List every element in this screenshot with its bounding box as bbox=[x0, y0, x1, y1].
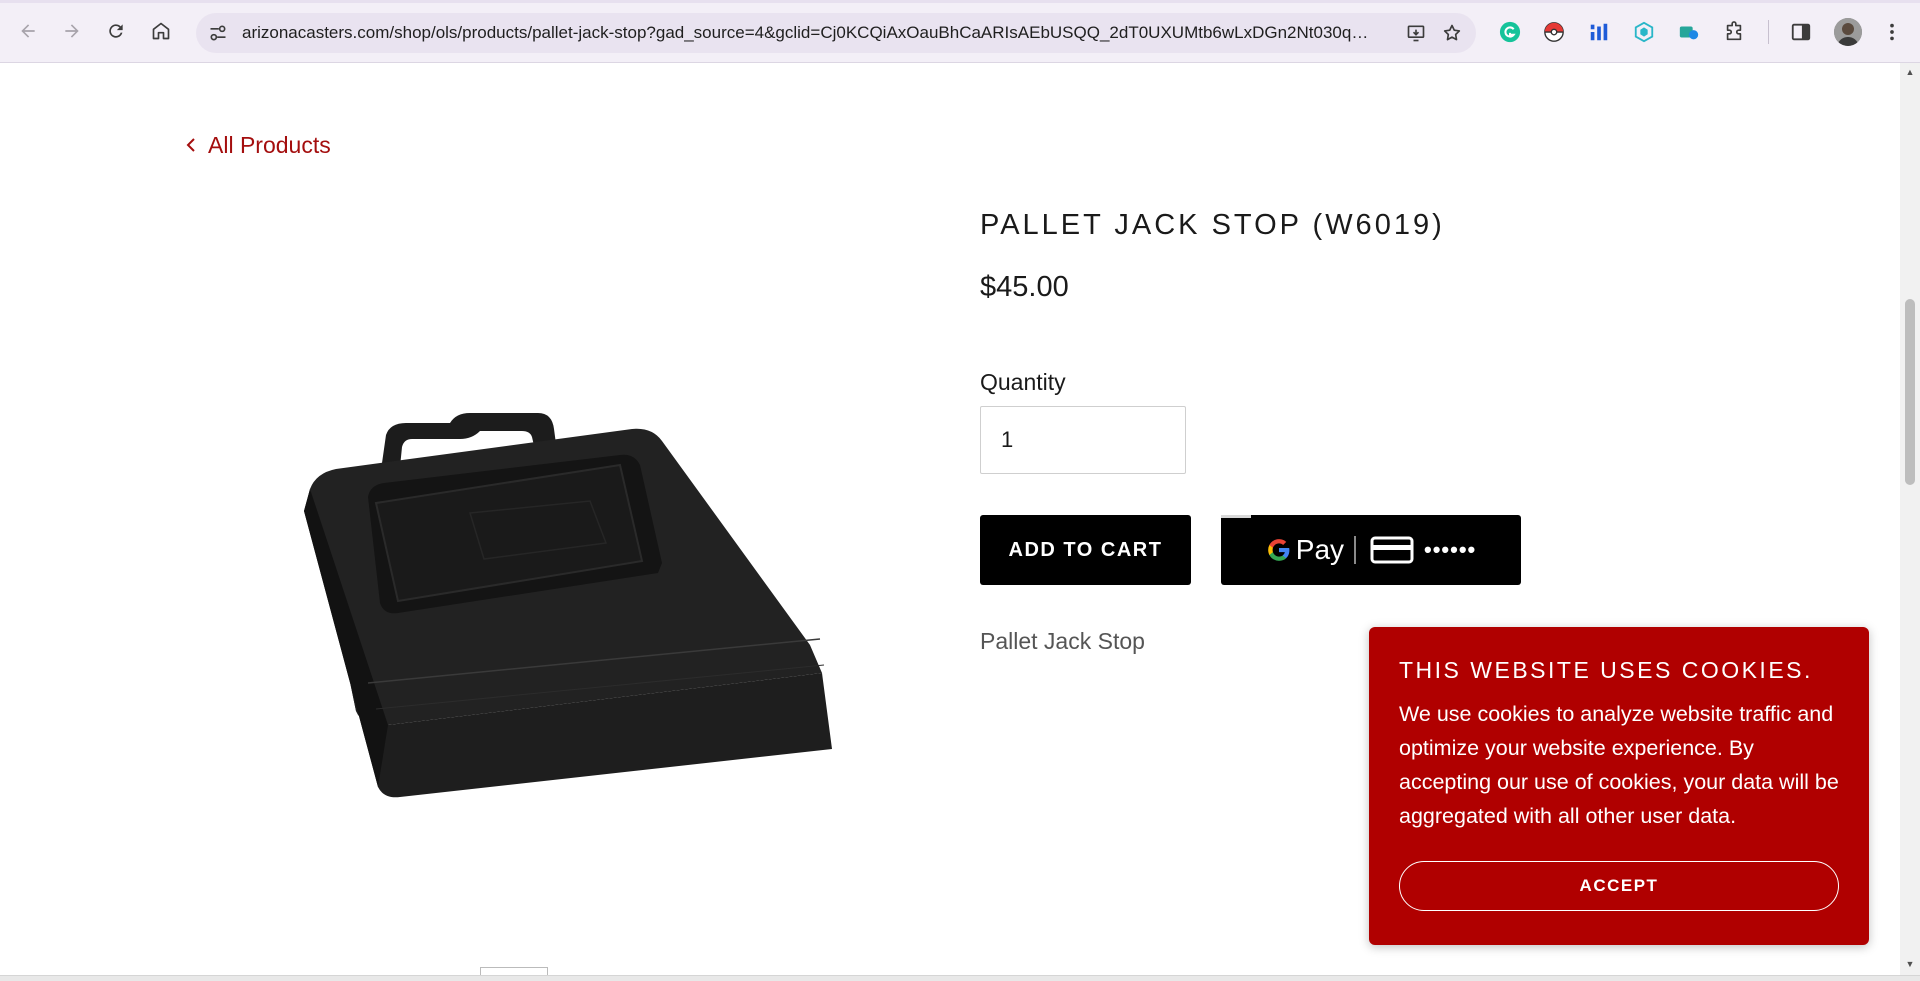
map-extension[interactable] bbox=[1677, 20, 1701, 44]
back-arrow-icon bbox=[21, 24, 35, 38]
google-g-icon bbox=[1267, 539, 1290, 561]
all-products-label: All Products bbox=[208, 131, 331, 158]
page-scrollbar[interactable]: ▲ ▼ bbox=[1900, 63, 1920, 975]
chart-extension[interactable] bbox=[1587, 20, 1611, 44]
bar-chart-icon bbox=[1590, 23, 1608, 41]
install-app-icon[interactable] bbox=[1406, 23, 1426, 43]
quantity-label: Quantity bbox=[980, 369, 1066, 395]
extensions-button[interactable] bbox=[1722, 20, 1746, 44]
image-thumbnail[interactable] bbox=[480, 967, 548, 975]
cookie-banner: THIS WEBSITE USES COOKIES. We use cookie… bbox=[1369, 627, 1869, 945]
forward-button[interactable] bbox=[57, 16, 87, 46]
scroll-down-arrow-icon[interactable]: ▼ bbox=[1905, 959, 1915, 969]
menu-button[interactable] bbox=[1880, 20, 1904, 44]
tab-strip-edge bbox=[0, 0, 1920, 3]
product-image[interactable] bbox=[280, 393, 840, 853]
grammarly-extension[interactable] bbox=[1498, 20, 1522, 44]
grammarly-icon bbox=[1499, 21, 1521, 43]
gpay-label: Pay bbox=[1295, 534, 1345, 565]
side-panel-button[interactable] bbox=[1789, 20, 1813, 44]
toolbar-divider bbox=[1768, 20, 1769, 44]
cookie-body: We use cookies to analyze website traffi… bbox=[1399, 702, 1839, 828]
puzzle-icon bbox=[1726, 21, 1742, 41]
reload-button[interactable] bbox=[101, 16, 131, 46]
avatar[interactable] bbox=[1834, 18, 1862, 46]
side-panel-icon bbox=[1791, 23, 1811, 41]
pokeball-icon bbox=[1544, 22, 1564, 42]
all-products-link[interactable]: All Products bbox=[184, 130, 331, 160]
map-icon bbox=[1679, 26, 1699, 40]
accept-cookies-button[interactable]: ACCEPT bbox=[1399, 861, 1839, 911]
home-button[interactable] bbox=[146, 16, 176, 46]
product-title: PALLET JACK STOP (W6019) bbox=[980, 209, 1445, 241]
gpay-separator bbox=[1354, 536, 1357, 564]
google-pay-button[interactable]: Pay •••••• bbox=[1221, 515, 1521, 585]
pokeball-extension[interactable] bbox=[1542, 20, 1566, 44]
home-icon bbox=[152, 22, 170, 40]
forward-arrow-icon bbox=[65, 24, 79, 38]
shield-icon bbox=[1634, 21, 1654, 43]
chevron-left-icon bbox=[186, 138, 195, 152]
product-description: Pallet Jack Stop bbox=[980, 628, 1145, 654]
browser-toolbar: arizonacasters.com/shop/ols/products/pal… bbox=[0, 0, 1920, 63]
credit-card-icon bbox=[1370, 536, 1414, 564]
shield-extension[interactable] bbox=[1632, 20, 1656, 44]
product-price: $45.00 bbox=[980, 271, 1069, 303]
cookie-title: THIS WEBSITE USES COOKIES. bbox=[1399, 657, 1813, 683]
horizontal-scrollbar[interactable] bbox=[0, 975, 1920, 981]
gpay-loading-indicator bbox=[1221, 515, 1251, 518]
address-bar[interactable]: arizonacasters.com/shop/ols/products/pal… bbox=[196, 13, 1476, 53]
back-button[interactable] bbox=[13, 16, 43, 46]
card-number-mask: •••••• bbox=[1424, 537, 1477, 562]
quantity-input[interactable] bbox=[980, 406, 1186, 474]
profile-avatar-icon bbox=[1834, 18, 1862, 46]
url-text[interactable]: arizonacasters.com/shop/ols/products/pal… bbox=[242, 13, 1372, 53]
scroll-up-arrow-icon[interactable]: ▲ bbox=[1905, 67, 1915, 77]
scrollbar-thumb[interactable] bbox=[1905, 299, 1915, 485]
add-to-cart-button[interactable]: ADD TO CART bbox=[980, 515, 1191, 585]
reload-icon bbox=[109, 24, 123, 38]
kebab-menu-icon bbox=[1890, 23, 1894, 41]
tune-icon[interactable] bbox=[208, 23, 228, 43]
star-icon[interactable] bbox=[1442, 23, 1462, 43]
